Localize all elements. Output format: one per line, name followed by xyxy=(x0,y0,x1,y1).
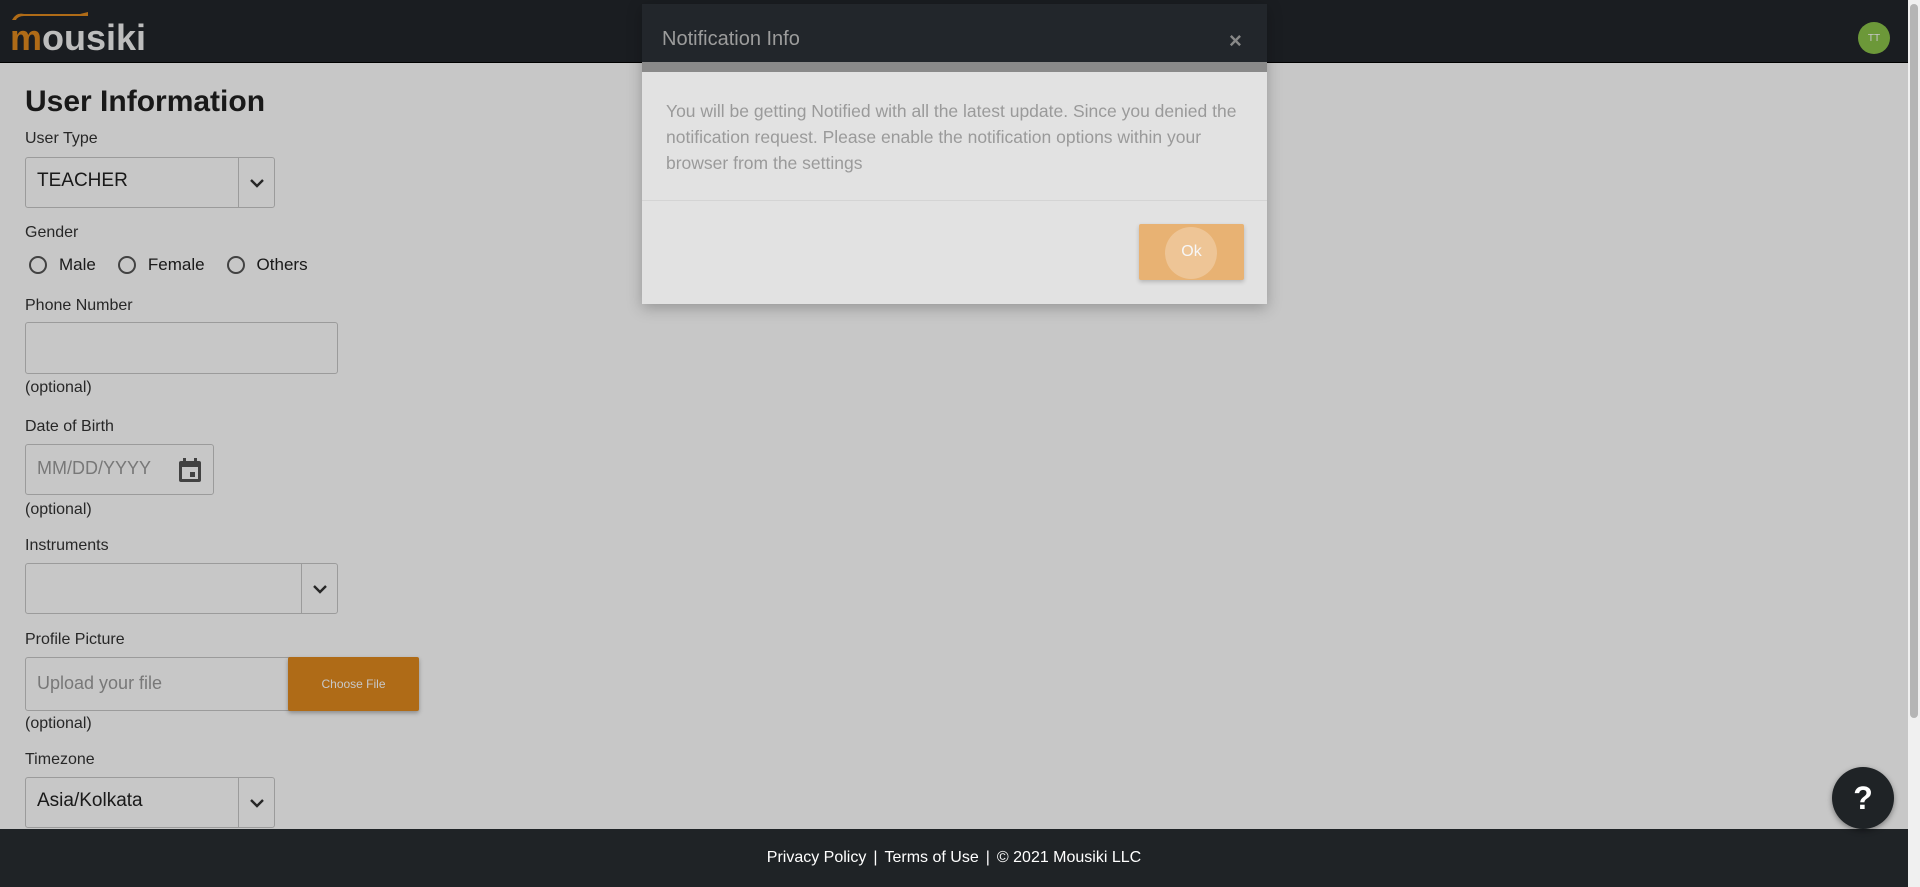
ok-button-label: Ok xyxy=(1181,243,1202,260)
ok-button[interactable]: Ok xyxy=(1139,224,1244,280)
modal-title: Notification Info xyxy=(662,28,800,50)
terms-of-use-link[interactable]: Terms of Use xyxy=(885,849,979,867)
modal-footer-divider xyxy=(642,200,1267,201)
page-footer: Privacy Policy | Terms of Use | © 2021 M… xyxy=(0,829,1908,887)
help-button[interactable]: ? xyxy=(1832,767,1894,829)
copyright-text: © 2021 Mousiki LLC xyxy=(996,849,1142,866)
footer-separator: | xyxy=(873,849,878,866)
vertical-scrollbar[interactable] xyxy=(1908,0,1920,887)
close-icon[interactable]: × xyxy=(1229,28,1242,54)
footer-separator: | xyxy=(985,849,990,866)
modal-message: You will be getting Notified with all th… xyxy=(666,101,1237,173)
modal-header-divider xyxy=(642,62,1267,72)
scrollbar-thumb[interactable] xyxy=(1910,4,1918,718)
modal-header: Notification Info × xyxy=(642,4,1267,62)
notification-info-modal: Notification Info × You will be getting … xyxy=(642,4,1267,304)
privacy-policy-link[interactable]: Privacy Policy xyxy=(767,849,867,867)
